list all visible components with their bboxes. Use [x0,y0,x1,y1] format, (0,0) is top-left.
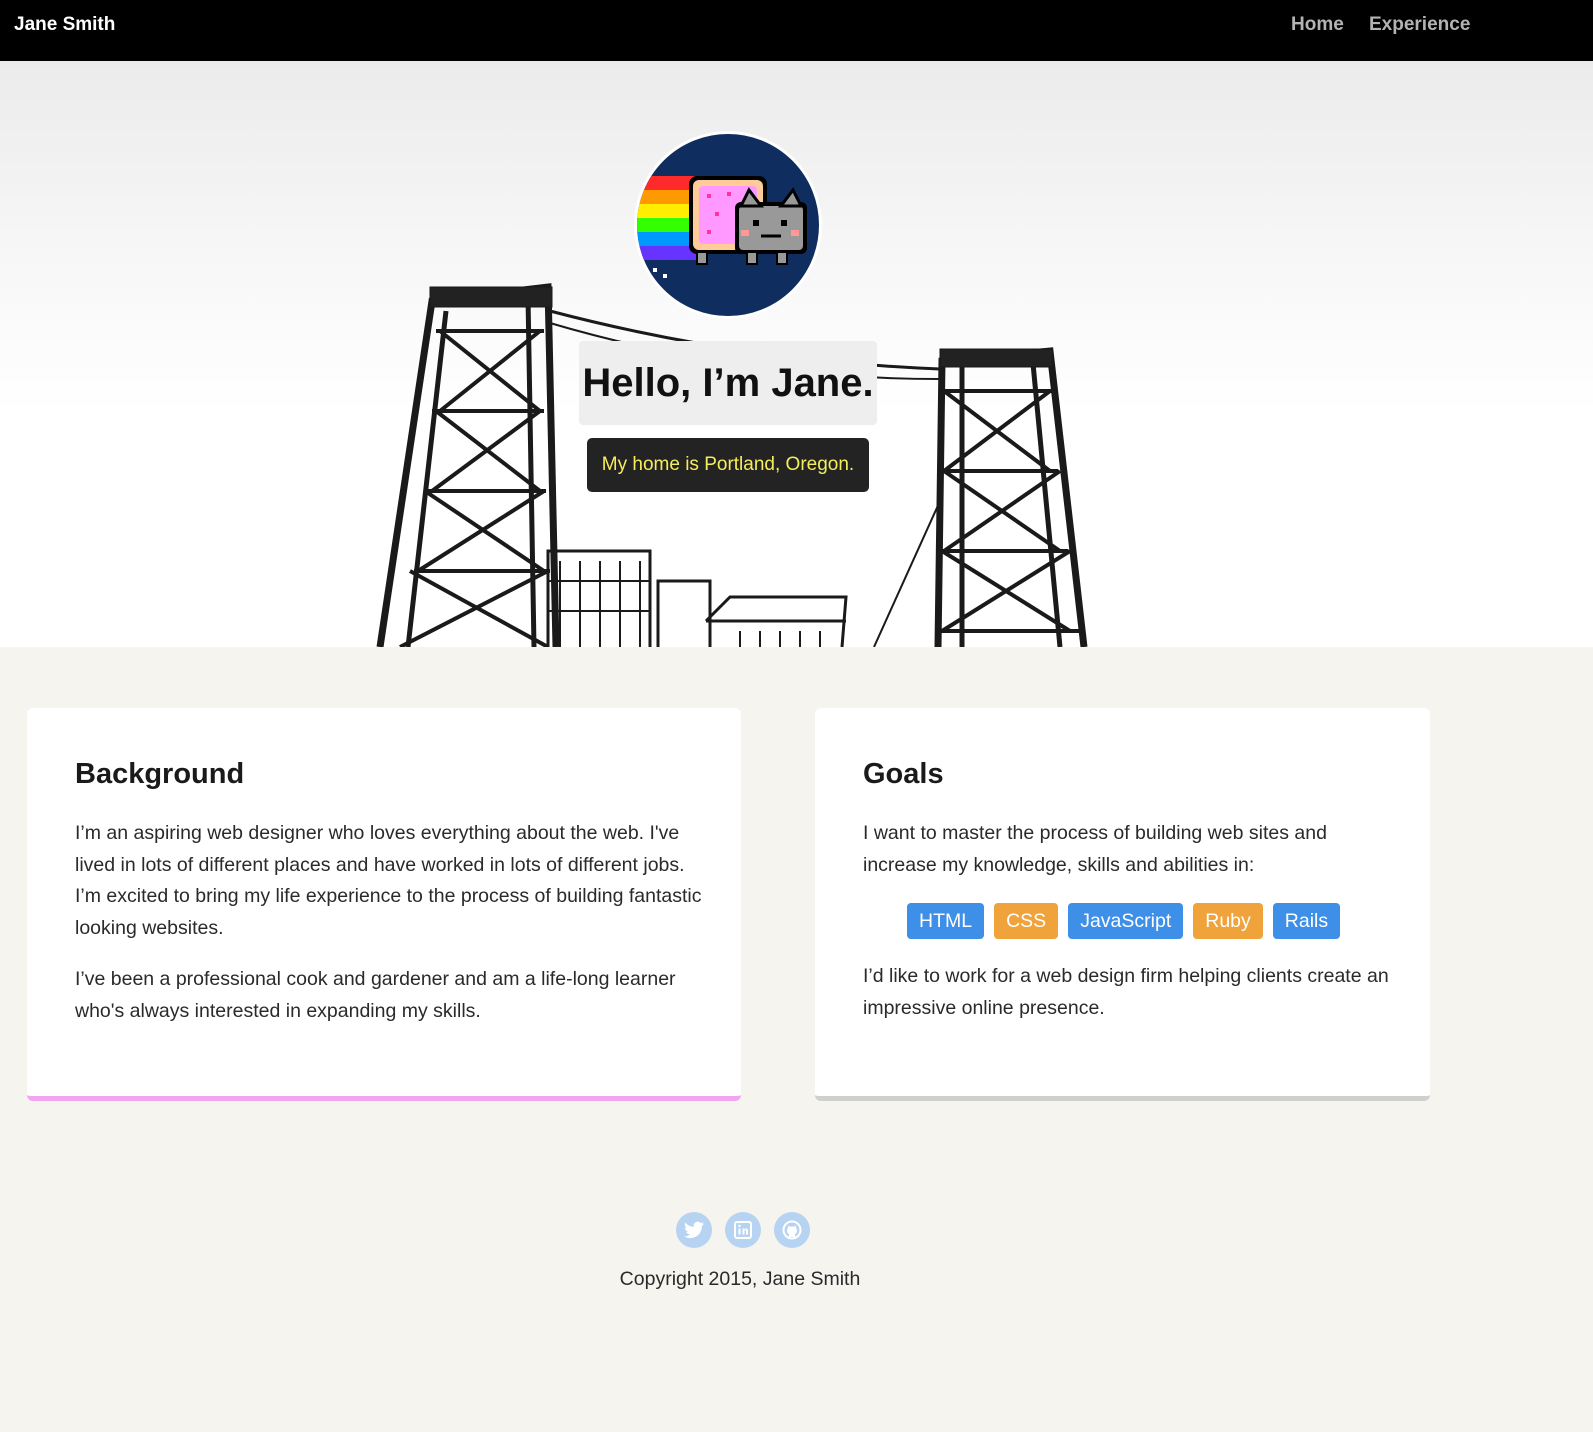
top-navbar: Jane Smith Home Experience [0,0,1593,61]
skill-tag-css: CSS [994,903,1059,939]
background-heading: Background [75,758,245,790]
skill-tag-javascript: JavaScript [1068,903,1184,939]
hero-title-box: Hello, I’m Jane. [579,341,877,425]
twitter-icon [684,1221,704,1239]
skills-tag-list: HTML CSS JavaScript Ruby Rails [907,903,1341,939]
nav-link-experience[interactable]: Experience [1369,14,1470,36]
background-paragraph: I’m an aspiring web designer who loves e… [75,822,702,939]
nyan-cat-icon [637,176,807,283]
hero-subtitle: My home is Portland, Oregon. [601,454,855,475]
nav-link-home[interactable]: Home [1291,14,1344,36]
hero-subtitle-box: My home is Portland, Oregon. [587,438,869,492]
twitter-link[interactable] [676,1212,712,1248]
goals-card: Goals I want to master the process of bu… [815,708,1430,1101]
hero-section: Hello, I’m Jane. My home is Portland, Or… [0,61,1593,647]
github-link[interactable] [774,1212,810,1248]
goals-outro: I’d like to work for a web design firm h… [863,965,1389,1019]
profile-avatar [634,131,822,319]
background-paragraph: I’ve been a professional cook and garden… [75,968,676,1022]
background-card: Background I’m an aspiring web designer … [27,708,741,1101]
goals-heading: Goals [863,758,944,790]
github-icon [782,1220,802,1240]
skill-tag-ruby: Ruby [1193,903,1263,939]
copyright-text: Copyright 2015, Jane Smith [619,1268,861,1290]
goals-intro: I want to master the process of building… [863,822,1327,876]
brand-link[interactable]: Jane Smith [14,14,115,36]
linkedin-icon [734,1221,752,1239]
skill-tag-rails: Rails [1272,903,1341,939]
hero-title: Hello, I’m Jane. [582,360,874,405]
skill-tag-html: HTML [907,903,985,939]
linkedin-link[interactable] [725,1212,761,1248]
